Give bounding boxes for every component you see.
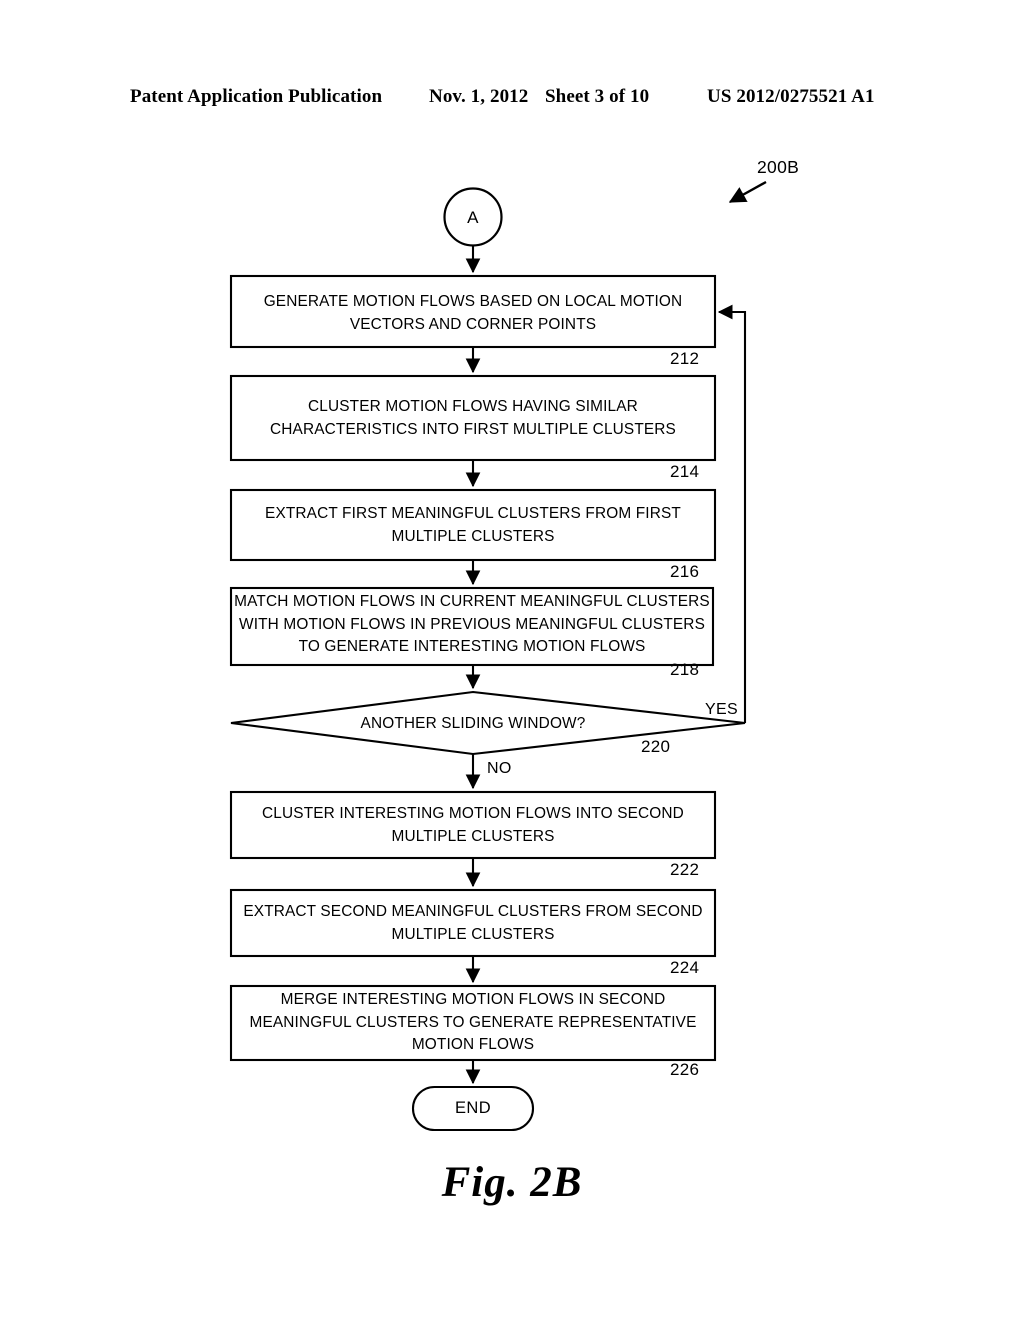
ref-numeral-226: 226 [670,1060,700,1079]
flowchart-drawing [229,180,767,1132]
edge-label-yes: YES [705,701,738,718]
box-226 [229,984,717,1062]
box-218 [229,586,715,667]
ref-numeral-222: 222 [670,860,700,879]
box-222 [229,790,717,860]
box-224 [229,888,717,958]
box-212 [229,274,717,349]
edge-220-yes-loop-to-212 [717,304,747,723]
connector-a-label: A [467,208,479,227]
ref-numeral-218: 218 [670,660,700,679]
ref-numeral-216: 216 [670,562,700,581]
diagram-tag-arrow [728,180,767,204]
ref-numeral-214: 214 [670,462,700,481]
figure-caption: Fig. 2B [441,1159,583,1206]
figure-2b-flowchart: GENERATE MOTION FLOWS BASED ON LOCAL MOT… [0,0,1024,1320]
box-214 [229,374,717,462]
diagram-tag-200b: 200B [757,157,800,177]
ref-numeral-212: 212 [670,349,700,368]
ref-numeral-220: 220 [641,737,671,756]
terminator-end-label: END [454,1099,492,1117]
box-216 [229,488,717,562]
ref-numeral-224: 224 [670,958,700,977]
edge-label-no: NO [487,760,512,777]
